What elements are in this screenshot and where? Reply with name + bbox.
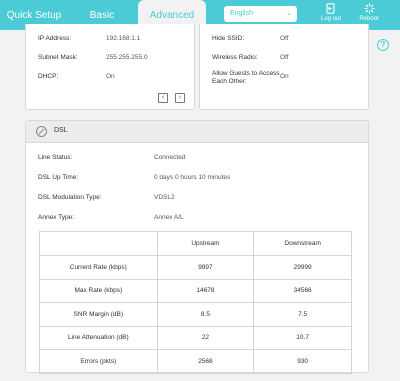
- dsl-panel: DSL Line Status: Connected DSL Up Time: …: [25, 120, 369, 374]
- upstream-value: 14678: [156, 278, 255, 303]
- upstream-value: 9997: [156, 255, 255, 280]
- downstream-value: 34566: [253, 278, 352, 303]
- line-status-label: Line Status:: [38, 154, 73, 161]
- table-header-downstream: Downstream: [253, 231, 352, 256]
- dsl-header: DSL: [26, 121, 368, 143]
- line-status-value: Connected: [154, 154, 186, 161]
- dsl-stats-table: Upstream Downstream Current Rate (kbps) …: [39, 231, 352, 374]
- modulation-type-label: DSL Modulation Type:: [38, 194, 102, 201]
- downstream-value: 10.7: [253, 325, 352, 350]
- reboot-button[interactable]: Reboot: [351, 3, 387, 22]
- upstream-value: 8.5: [156, 302, 255, 327]
- language-value: English: [230, 10, 253, 17]
- row-label: Errors (pkts): [39, 349, 158, 374]
- table-header-upstream: Upstream: [156, 231, 255, 256]
- reboot-icon: [363, 3, 375, 14]
- hide-ssid-label: Hide SSID:: [212, 35, 245, 42]
- downstream-value: 7.5: [253, 302, 352, 327]
- language-select[interactable]: English ⌄: [224, 6, 297, 22]
- upstream-value: 2568: [156, 349, 255, 374]
- dhcp-label: DHCP:: [38, 73, 59, 80]
- lan-panel: IP Address: 192.168.1.1 Subnet Mask: 255…: [25, 24, 195, 110]
- row-label: Line Attenuation (dB): [39, 325, 158, 350]
- logout-button[interactable]: Log out: [313, 3, 349, 22]
- subnet-mask-label: Subnet Mask:: [38, 54, 78, 61]
- row-label: Max Rate (kbps): [39, 278, 158, 303]
- dsl-up-time-label: DSL Up Time:: [38, 174, 79, 181]
- table-header-blank: [39, 231, 158, 256]
- prev-page-button[interactable]: ‹: [158, 93, 168, 103]
- annex-type-label: Annex Type:: [38, 214, 75, 221]
- annex-type-value: Annex A/L: [154, 214, 184, 221]
- modulation-type-value: VDSL2: [154, 194, 175, 201]
- dsl-icon: [36, 126, 47, 137]
- table-row: Max Rate (kbps) 14678 34566: [39, 278, 352, 303]
- downstream-value: 930: [253, 349, 352, 374]
- upstream-value: 22: [156, 325, 255, 350]
- dhcp-value: On: [106, 73, 115, 80]
- wireless-panel: Hide SSID: Off Wireless Radio: Off Allow…: [199, 24, 369, 110]
- wireless-radio-value: Off: [280, 54, 289, 61]
- downstream-value: 29999: [253, 255, 352, 280]
- ip-address-value: 192.168.1.1: [106, 35, 141, 42]
- allow-guests-value: On: [280, 73, 289, 80]
- dsl-up-time-value: 0 days 0 hours 10 minutes: [154, 174, 231, 181]
- ip-address-label: IP Address:: [38, 35, 72, 42]
- help-icon[interactable]: ?: [377, 39, 389, 51]
- next-page-button[interactable]: ›: [175, 93, 185, 103]
- reboot-label: Reboot: [359, 16, 379, 22]
- subnet-mask-value: 255.255.255.0: [106, 54, 148, 61]
- hide-ssid-value: Off: [280, 35, 289, 42]
- row-label: SNR Margin (dB): [39, 302, 158, 327]
- row-label: Current Rate (kbps): [39, 255, 158, 280]
- dsl-title: DSL: [54, 127, 68, 134]
- logout-icon: [326, 3, 335, 14]
- table-row: Line Attenuation (dB) 22 10.7: [39, 325, 352, 350]
- table-row: Errors (pkts) 2568 930: [39, 349, 352, 374]
- wireless-radio-label: Wireless Radio:: [212, 54, 258, 61]
- table-row: SNR Margin (dB) 8.5 7.5: [39, 302, 352, 327]
- allow-guests-label: Allow Guests to Access Each Other:: [212, 70, 280, 85]
- logout-label: Log out: [320, 16, 342, 22]
- chevron-down-icon: ⌄: [286, 10, 292, 17]
- table-row: Current Rate (kbps) 9997 29999: [39, 255, 352, 280]
- table-header-row: Upstream Downstream: [39, 231, 352, 256]
